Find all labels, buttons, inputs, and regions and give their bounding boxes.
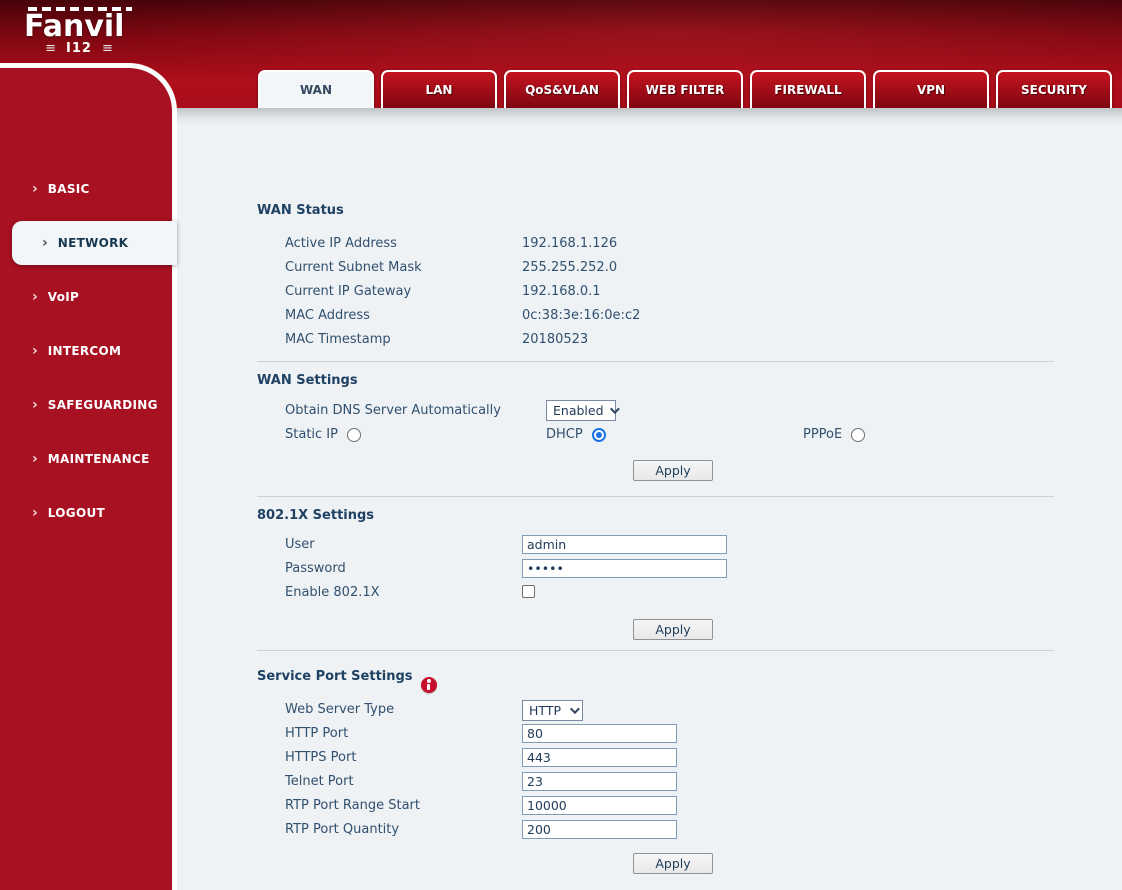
chevron-right-icon: ›: [32, 397, 38, 413]
telnet-port-row: Telnet Port: [257, 771, 1054, 795]
user-field[interactable]: [522, 535, 727, 554]
tab-qos-vlan[interactable]: QoS&VLAN: [504, 70, 620, 108]
radio-circle-icon[interactable]: [346, 427, 361, 442]
brand-logo: Fanvil ≡ I12 ≡: [24, 7, 144, 56]
enable-dot1x-row: Enable 802.1X: [257, 582, 1054, 606]
web-server-type-row: Web Server Type HTTP: [257, 699, 1054, 723]
tab-security[interactable]: SECURITY: [996, 70, 1112, 108]
sidebar-item-voip[interactable]: › VoIP: [0, 275, 172, 319]
sidebar-item-logout[interactable]: › LOGOUT: [0, 491, 172, 535]
radio-pppoe[interactable]: PPPoE: [803, 427, 866, 442]
web-server-type-value: HTTP: [529, 703, 561, 718]
enable-dot1x-checkbox[interactable]: [522, 585, 535, 598]
service-port-title-row: Service Port Settings: [257, 669, 1054, 693]
password-field[interactable]: [522, 559, 727, 578]
status-label: MAC Address: [285, 307, 370, 323]
chevron-right-icon: ›: [32, 343, 38, 359]
https-port-label: HTTPS Port: [285, 750, 357, 765]
http-port-label: HTTP Port: [285, 726, 349, 741]
sidebar-nav: › BASIC › NETWORK › VoIP › INTERCOM › SA…: [0, 63, 177, 890]
sidebar-item-intercom[interactable]: › INTERCOM: [0, 329, 172, 373]
sidebar-item-network[interactable]: › NETWORK: [12, 221, 177, 265]
wan-settings-title: WAN Settings: [257, 373, 358, 388]
password-row: Password: [257, 558, 1054, 582]
password-label: Password: [285, 561, 346, 576]
wan-status-list: Active IP Address 192.168.1.126 Current …: [257, 231, 1054, 351]
header-shadow-band: [177, 108, 1122, 126]
status-label: MAC Timestamp: [285, 331, 391, 347]
rtp-port-range-start-row: RTP Port Range Start: [257, 795, 1054, 819]
status-value: 20180523: [522, 331, 589, 347]
https-port-field[interactable]: [522, 748, 677, 767]
chevron-right-icon: ›: [32, 451, 38, 467]
rtp-port-range-start-label: RTP Port Range Start: [285, 798, 420, 813]
rtp-port-quantity-label: RTP Port Quantity: [285, 822, 400, 837]
help-icon[interactable]: [420, 676, 437, 693]
tab-lan[interactable]: LAN: [381, 70, 497, 108]
tab-web-filter[interactable]: WEB FILTER: [627, 70, 743, 108]
status-value: 255.255.252.0: [522, 259, 618, 275]
chevron-right-icon: ›: [32, 505, 38, 521]
status-row: Current IP Gateway 192.168.0.1: [257, 279, 1054, 303]
rtp-port-quantity-field[interactable]: [522, 820, 677, 839]
wan-settings-apply-button[interactable]: Apply: [633, 460, 713, 481]
radio-circle-icon[interactable]: [591, 427, 606, 442]
status-value: 0c:38:3e:16:0e:c2: [522, 307, 641, 323]
tab-vpn[interactable]: VPN: [873, 70, 989, 108]
tab-wan[interactable]: WAN: [258, 70, 374, 108]
user-row: User: [257, 534, 1054, 558]
status-value: 192.168.1.126: [522, 235, 618, 251]
section-divider: [257, 361, 1054, 362]
telnet-port-field[interactable]: [522, 772, 677, 791]
chevron-down-icon: [609, 404, 620, 415]
chevron-right-icon: ›: [32, 181, 38, 197]
rtp-port-quantity-row: RTP Port Quantity: [257, 819, 1054, 843]
service-port-title: Service Port Settings: [257, 669, 413, 684]
dns-row: Obtain DNS Server Automatically Enabled: [257, 399, 1054, 424]
model-name: I12: [66, 41, 92, 56]
status-row: MAC Timestamp 20180523: [257, 327, 1054, 351]
web-server-type-label: Web Server Type: [285, 702, 395, 717]
main-content: WAN Status Active IP Address 192.168.1.1…: [177, 108, 1122, 890]
http-port-field[interactable]: [522, 724, 677, 743]
logo-lines-right-icon: ≡: [101, 40, 113, 56]
section-divider: [257, 496, 1054, 497]
dot1x-settings-title: 802.1X Settings: [257, 508, 375, 523]
chevron-right-icon: ›: [42, 235, 48, 251]
web-server-type-select[interactable]: HTTP: [522, 700, 583, 721]
chevron-down-icon: [569, 704, 580, 715]
tab-bar: WAN LAN QoS&VLAN WEB FILTER FIREWALL VPN…: [258, 70, 1112, 108]
sidebar-item-maintenance[interactable]: › MAINTENANCE: [0, 437, 172, 481]
status-value: 192.168.0.1: [522, 283, 601, 299]
wan-mode-radio-row: Static IP DHCP PPPoE: [257, 424, 1054, 450]
user-label: User: [285, 537, 315, 552]
radio-static-ip[interactable]: Static IP: [285, 427, 361, 442]
logo-lines-left-icon: ≡: [45, 40, 57, 56]
dot1x-apply-button[interactable]: Apply: [633, 619, 713, 640]
chevron-right-icon: ›: [32, 289, 38, 305]
radio-circle-icon[interactable]: [851, 427, 866, 442]
dns-label: Obtain DNS Server Automatically: [285, 403, 501, 418]
sidebar-item-basic[interactable]: › BASIC: [0, 167, 172, 211]
wan-status-title: WAN Status: [257, 203, 344, 218]
https-port-row: HTTPS Port: [257, 747, 1054, 771]
sidebar-item-safeguarding[interactable]: › SAFEGUARDING: [0, 383, 172, 427]
http-port-row: HTTP Port: [257, 723, 1054, 747]
brand-name: Fanvil: [24, 9, 125, 44]
dns-select[interactable]: Enabled: [546, 400, 620, 421]
rtp-port-range-start-field[interactable]: [522, 796, 677, 815]
section-divider: [257, 650, 1054, 651]
radio-dhcp[interactable]: DHCP: [546, 427, 606, 442]
dns-select-value: Enabled: [553, 403, 604, 418]
telnet-port-label: Telnet Port: [285, 774, 354, 789]
status-row: Active IP Address 192.168.1.126: [257, 231, 1054, 255]
status-label: Current Subnet Mask: [285, 259, 422, 275]
status-label: Current IP Gateway: [285, 283, 412, 299]
service-port-apply-button[interactable]: Apply: [633, 853, 713, 874]
status-row: Current Subnet Mask 255.255.252.0: [257, 255, 1054, 279]
tab-firewall[interactable]: FIREWALL: [750, 70, 866, 108]
status-row: MAC Address 0c:38:3e:16:0e:c2: [257, 303, 1054, 327]
enable-dot1x-label: Enable 802.1X: [285, 585, 380, 600]
status-label: Active IP Address: [285, 235, 397, 251]
